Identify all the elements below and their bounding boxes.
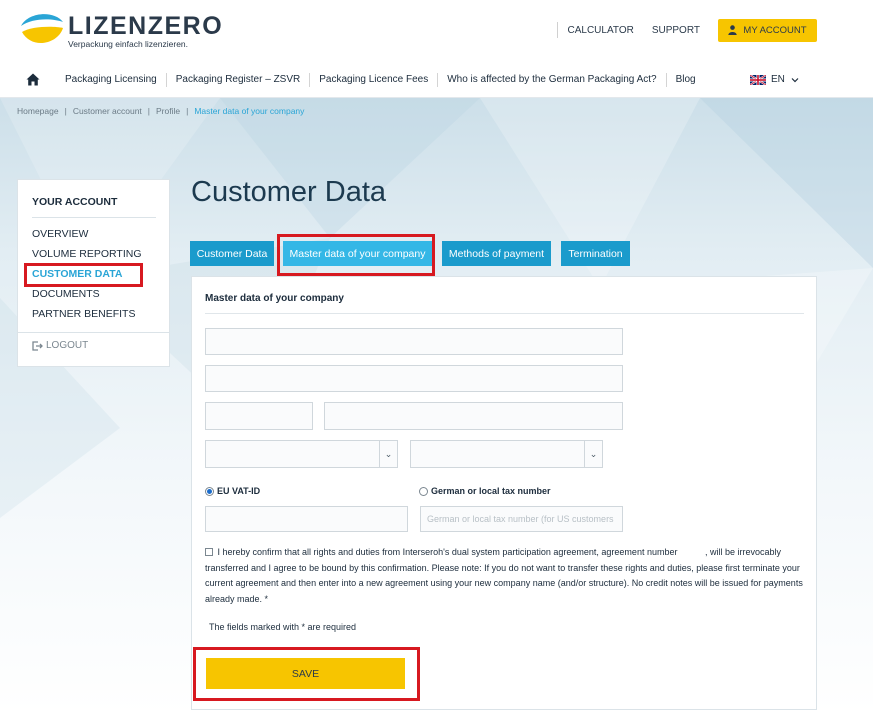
tab-methods-of-payment[interactable]: Methods of payment — [442, 241, 551, 266]
breadcrumb-separator: | — [147, 106, 151, 116]
breadcrumb-homepage[interactable]: Homepage — [17, 106, 59, 116]
company-address-field[interactable] — [205, 365, 623, 392]
breadcrumb-customer-account[interactable]: Customer account — [73, 106, 142, 116]
logout-label: LOGOUT — [46, 340, 89, 351]
country-select[interactable]: ⌄ — [205, 440, 398, 468]
radio-local-tax-number[interactable]: German or local tax number — [419, 486, 551, 496]
local-tax-number-field[interactable]: German or local tax number (for US custo… — [420, 506, 623, 532]
language-label: EN — [771, 74, 785, 85]
breadcrumb-separator: | — [64, 106, 67, 116]
section-divider — [205, 313, 804, 314]
legal-form-select[interactable]: ⌄ — [410, 440, 603, 468]
nav-who-is-affected[interactable]: Who is affected by the German Packaging … — [438, 73, 667, 87]
breadcrumb: Homepage | Customer account | Profile | … — [17, 106, 304, 116]
logout-link[interactable]: LOGOUT — [32, 340, 88, 351]
highlight-customer-data — [24, 263, 143, 287]
section-title: Master data of your company — [205, 293, 344, 304]
radio-button-icon — [419, 486, 428, 496]
sidebar-divider — [32, 217, 156, 218]
radio-eu-vat-id[interactable]: EU VAT-ID — [205, 486, 260, 496]
tab-termination[interactable]: Termination — [561, 241, 630, 266]
brand-tagline: Verpackung einfach lizenzieren. — [68, 39, 189, 49]
uk-flag-icon — [750, 74, 766, 85]
breadcrumb-current: Master data of your company — [194, 106, 305, 116]
language-selector[interactable]: EN — [750, 74, 799, 85]
nav-blog[interactable]: Blog — [667, 73, 705, 87]
company-name-field[interactable] — [205, 328, 623, 355]
home-icon[interactable] — [26, 73, 40, 86]
sidebar-item-volume-reporting[interactable]: VOLUME REPORTING — [32, 248, 142, 260]
highlight-master-data-tab — [277, 234, 435, 276]
top-links: CALCULATOR SUPPORT MY ACCOUNT — [556, 18, 817, 42]
brand-logo[interactable]: LIZENZERO Verpackung einfach lizenzieren… — [18, 10, 222, 54]
postal-code-field[interactable] — [205, 402, 313, 430]
nav-packaging-licensing[interactable]: Packaging Licensing — [56, 73, 167, 87]
radio-local-tax-label: German or local tax number — [431, 486, 551, 496]
breadcrumb-profile[interactable]: Profile — [156, 106, 180, 116]
brand-name: LIZENZERO — [68, 12, 224, 40]
sidebar-item-partner-benefits[interactable]: PARTNER BENEFITS — [32, 308, 135, 320]
top-header: LIZENZERO Verpackung einfach lizenzieren… — [0, 0, 873, 62]
page-title: Customer Data — [191, 176, 387, 208]
user-icon — [728, 25, 738, 35]
nav-items: Packaging Licensing Packaging Register –… — [56, 62, 705, 98]
chevron-down-icon: ⌄ — [584, 441, 602, 467]
logout-icon — [32, 340, 43, 351]
sidebar-divider — [18, 332, 169, 333]
sidebar-item-overview[interactable]: OVERVIEW — [32, 228, 88, 240]
breadcrumb-separator: | — [186, 106, 189, 116]
chevron-down-icon: ⌄ — [379, 441, 397, 467]
master-data-panel: Master data of your company ⌄ ⌄ EU VAT-I… — [191, 276, 817, 710]
main-nav: Packaging Licensing Packaging Register –… — [0, 62, 873, 98]
calculator-link[interactable]: CALCULATOR — [568, 25, 634, 36]
top-divider — [556, 22, 558, 38]
my-account-label: MY ACCOUNT — [743, 24, 807, 36]
highlight-save-button — [193, 647, 420, 701]
required-fields-note: The fields marked with * are required — [209, 622, 357, 632]
my-account-button[interactable]: MY ACCOUNT — [718, 18, 817, 42]
chevron-down-icon — [791, 77, 799, 82]
nav-packaging-licence-fees[interactable]: Packaging Licence Fees — [310, 73, 439, 87]
radio-eu-vat-label: EU VAT-ID — [217, 486, 261, 496]
radio-button-icon — [205, 486, 214, 496]
city-field[interactable] — [324, 402, 623, 430]
support-link[interactable]: SUPPORT — [652, 25, 700, 36]
sidebar-title: YOUR ACCOUNT — [32, 196, 118, 208]
consent-checkbox[interactable] — [205, 548, 213, 556]
consent-text: I hereby confirm that all rights and dut… — [205, 545, 805, 607]
nav-packaging-register[interactable]: Packaging Register – ZSVR — [167, 73, 311, 87]
tab-customer-data[interactable]: Customer Data — [190, 241, 274, 266]
eu-vat-id-field[interactable] — [205, 506, 408, 532]
local-tax-placeholder: German or local tax number (for US custo… — [427, 514, 614, 524]
consent-label: I hereby confirm that all rights and dut… — [205, 547, 806, 604]
sidebar-item-documents[interactable]: DOCUMENTS — [32, 288, 100, 300]
logo-mark-icon — [21, 14, 63, 44]
